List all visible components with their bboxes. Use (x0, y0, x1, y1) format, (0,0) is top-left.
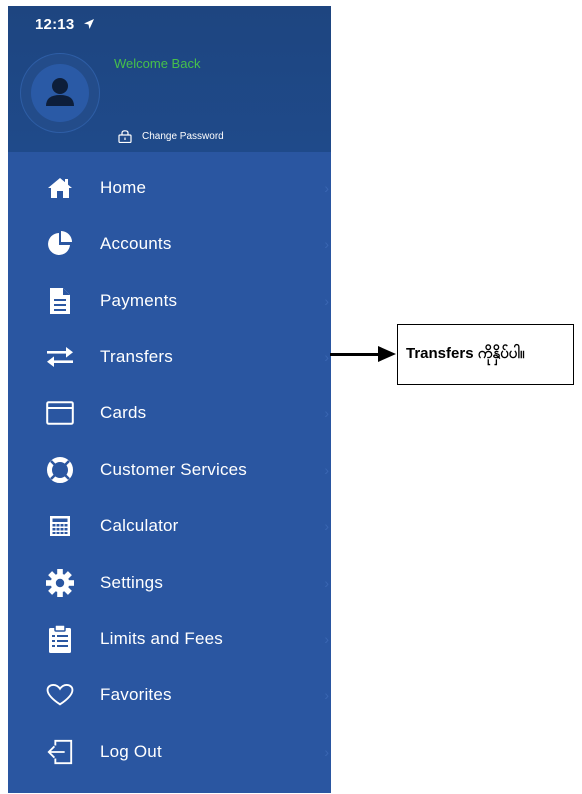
annotation-arrow-head (378, 346, 396, 362)
calculator-icon (46, 512, 74, 540)
annotation-callout: Transfers ကိုနှိပ်ပါ။ (397, 324, 574, 385)
chevron-right-icon: › (324, 575, 329, 591)
menu-label-settings: Settings (100, 573, 164, 592)
transfer-arrows-icon (46, 343, 74, 371)
chevron-right-icon: › (324, 349, 329, 365)
document-icon (46, 287, 74, 315)
menu-label-cards: Cards (100, 403, 147, 422)
menu-label-limits-and-fees: Limits and Fees (100, 629, 223, 648)
side-menu-panel: 12:13 Welcome Back Change Password Home … (8, 6, 331, 793)
card-icon (46, 399, 74, 427)
pie-chart-icon (46, 230, 74, 258)
home-icon (46, 174, 74, 202)
menu-item-favorites[interactable]: Favorites › (8, 670, 331, 720)
profile-header: 12:13 Welcome Back Change Password (8, 6, 331, 152)
chevron-right-icon: › (324, 405, 329, 421)
menu-item-accounts[interactable]: Accounts › (8, 219, 331, 269)
menu-label-transfers: Transfers (100, 347, 173, 366)
menu-label-log-out: Log Out (100, 742, 162, 761)
logout-icon (46, 738, 74, 766)
avatar[interactable] (20, 53, 100, 133)
menu-item-home[interactable]: Home › (8, 163, 331, 213)
clipboard-icon (46, 624, 74, 653)
heart-icon (46, 681, 74, 709)
chevron-right-icon: › (324, 180, 329, 196)
menu-label-payments: Payments (100, 291, 178, 310)
menu-item-calculator[interactable]: Calculator › (8, 501, 331, 551)
chevron-right-icon: › (324, 631, 329, 647)
lifebuoy-icon (46, 456, 74, 484)
lock-icon (118, 130, 132, 143)
menu-label-favorites: Favorites (100, 685, 172, 704)
menu-item-limits-and-fees[interactable]: Limits and Fees › (8, 614, 331, 664)
menu-item-settings[interactable]: Settings › (8, 558, 331, 608)
menu-item-payments[interactable]: Payments › (8, 276, 331, 326)
chevron-right-icon: › (324, 236, 329, 252)
menu-label-customer-services: Customer Services (100, 460, 247, 479)
welcome-text: Welcome Back (114, 56, 201, 71)
menu-item-customer-services[interactable]: Customer Services › (8, 445, 331, 495)
menu-item-transfers[interactable]: Transfers › (8, 332, 331, 382)
chevron-right-icon: › (324, 518, 329, 534)
change-password-label: Change Password (142, 131, 224, 142)
annotation-text: Transfers ကိုနှိပ်ပါ။ (406, 344, 525, 362)
menu-item-log-out[interactable]: Log Out › (8, 727, 331, 777)
status-time: 12:13 (35, 16, 75, 33)
chevron-right-icon: › (324, 687, 329, 703)
chevron-right-icon: › (324, 293, 329, 309)
annotation-arrow-line (330, 353, 380, 356)
change-password-link[interactable]: Change Password (118, 130, 224, 143)
gear-icon (46, 569, 74, 597)
menu-label-calculator: Calculator (100, 516, 179, 535)
chevron-right-icon: › (324, 744, 329, 760)
user-icon (46, 78, 74, 106)
menu-label-accounts: Accounts (100, 234, 172, 253)
chevron-right-icon: › (324, 462, 329, 478)
location-arrow-icon (84, 19, 94, 29)
menu-item-cards[interactable]: Cards › (8, 388, 331, 438)
menu-label-home: Home (100, 178, 147, 197)
